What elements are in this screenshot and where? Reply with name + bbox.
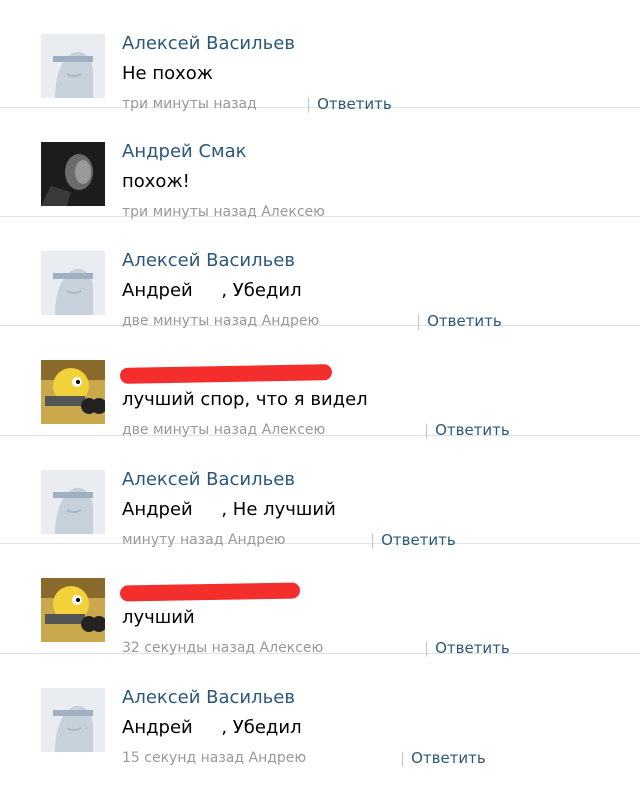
reply-link[interactable]: | Ответить bbox=[400, 749, 486, 767]
comment-item: Алексей Васильев Андрей , Не лучший мину… bbox=[0, 436, 640, 549]
vk-default-avatar-icon[interactable] bbox=[41, 251, 105, 315]
comment-text: Андрей , Убедил bbox=[122, 717, 302, 738]
comment-text: Не похож bbox=[122, 63, 213, 84]
comment-item: лучший 32 секунды назад Алексею | Ответит… bbox=[0, 544, 640, 657]
comment-item: Андрей Смак похож! три минуты назад Алек… bbox=[0, 108, 640, 220]
redaction-mark bbox=[119, 364, 333, 384]
vk-default-avatar-icon[interactable] bbox=[41, 470, 105, 534]
comment-item: Алексей Васильев Андрей , Убедил 15 секу… bbox=[0, 654, 640, 784]
comment-item: лучший спор, что я видел две минуты наза… bbox=[0, 326, 640, 439]
comment-item: Алексей Васильев Андрей , Убедил две мин… bbox=[0, 217, 640, 330]
comment-text: похож! bbox=[122, 171, 190, 192]
redaction-mark bbox=[119, 582, 301, 602]
comment-item: Алексей Васильев Не похож три минуты наз… bbox=[0, 0, 640, 113]
comment-author[interactable]: Алексей Васильев bbox=[122, 250, 295, 271]
homer-with-gun-avatar-icon[interactable] bbox=[41, 578, 105, 642]
comment-text: Андрей , Убедил bbox=[122, 280, 302, 301]
comment-timestamp[interactable]: 15 секунд назад Андрею bbox=[122, 750, 306, 766]
comment-feed: Алексей Васильев Не похож три минуты наз… bbox=[0, 0, 640, 809]
vk-default-avatar-icon[interactable] bbox=[41, 34, 105, 98]
comment-author[interactable]: Алексей Васильев bbox=[122, 33, 295, 54]
dark-portrait-avatar-icon[interactable] bbox=[41, 142, 105, 206]
comment-text: лучший спор, что я видел bbox=[122, 389, 368, 410]
comment-author[interactable]: Алексей Васильев bbox=[122, 687, 295, 708]
vk-default-avatar-icon[interactable] bbox=[41, 688, 105, 752]
comment-author[interactable]: Алексей Васильев bbox=[122, 469, 295, 490]
homer-with-gun-avatar-icon[interactable] bbox=[41, 360, 105, 424]
comment-text: лучший bbox=[122, 607, 195, 628]
comment-author[interactable]: Андрей Смак bbox=[122, 141, 247, 162]
comment-text: Андрей , Не лучший bbox=[122, 499, 336, 520]
